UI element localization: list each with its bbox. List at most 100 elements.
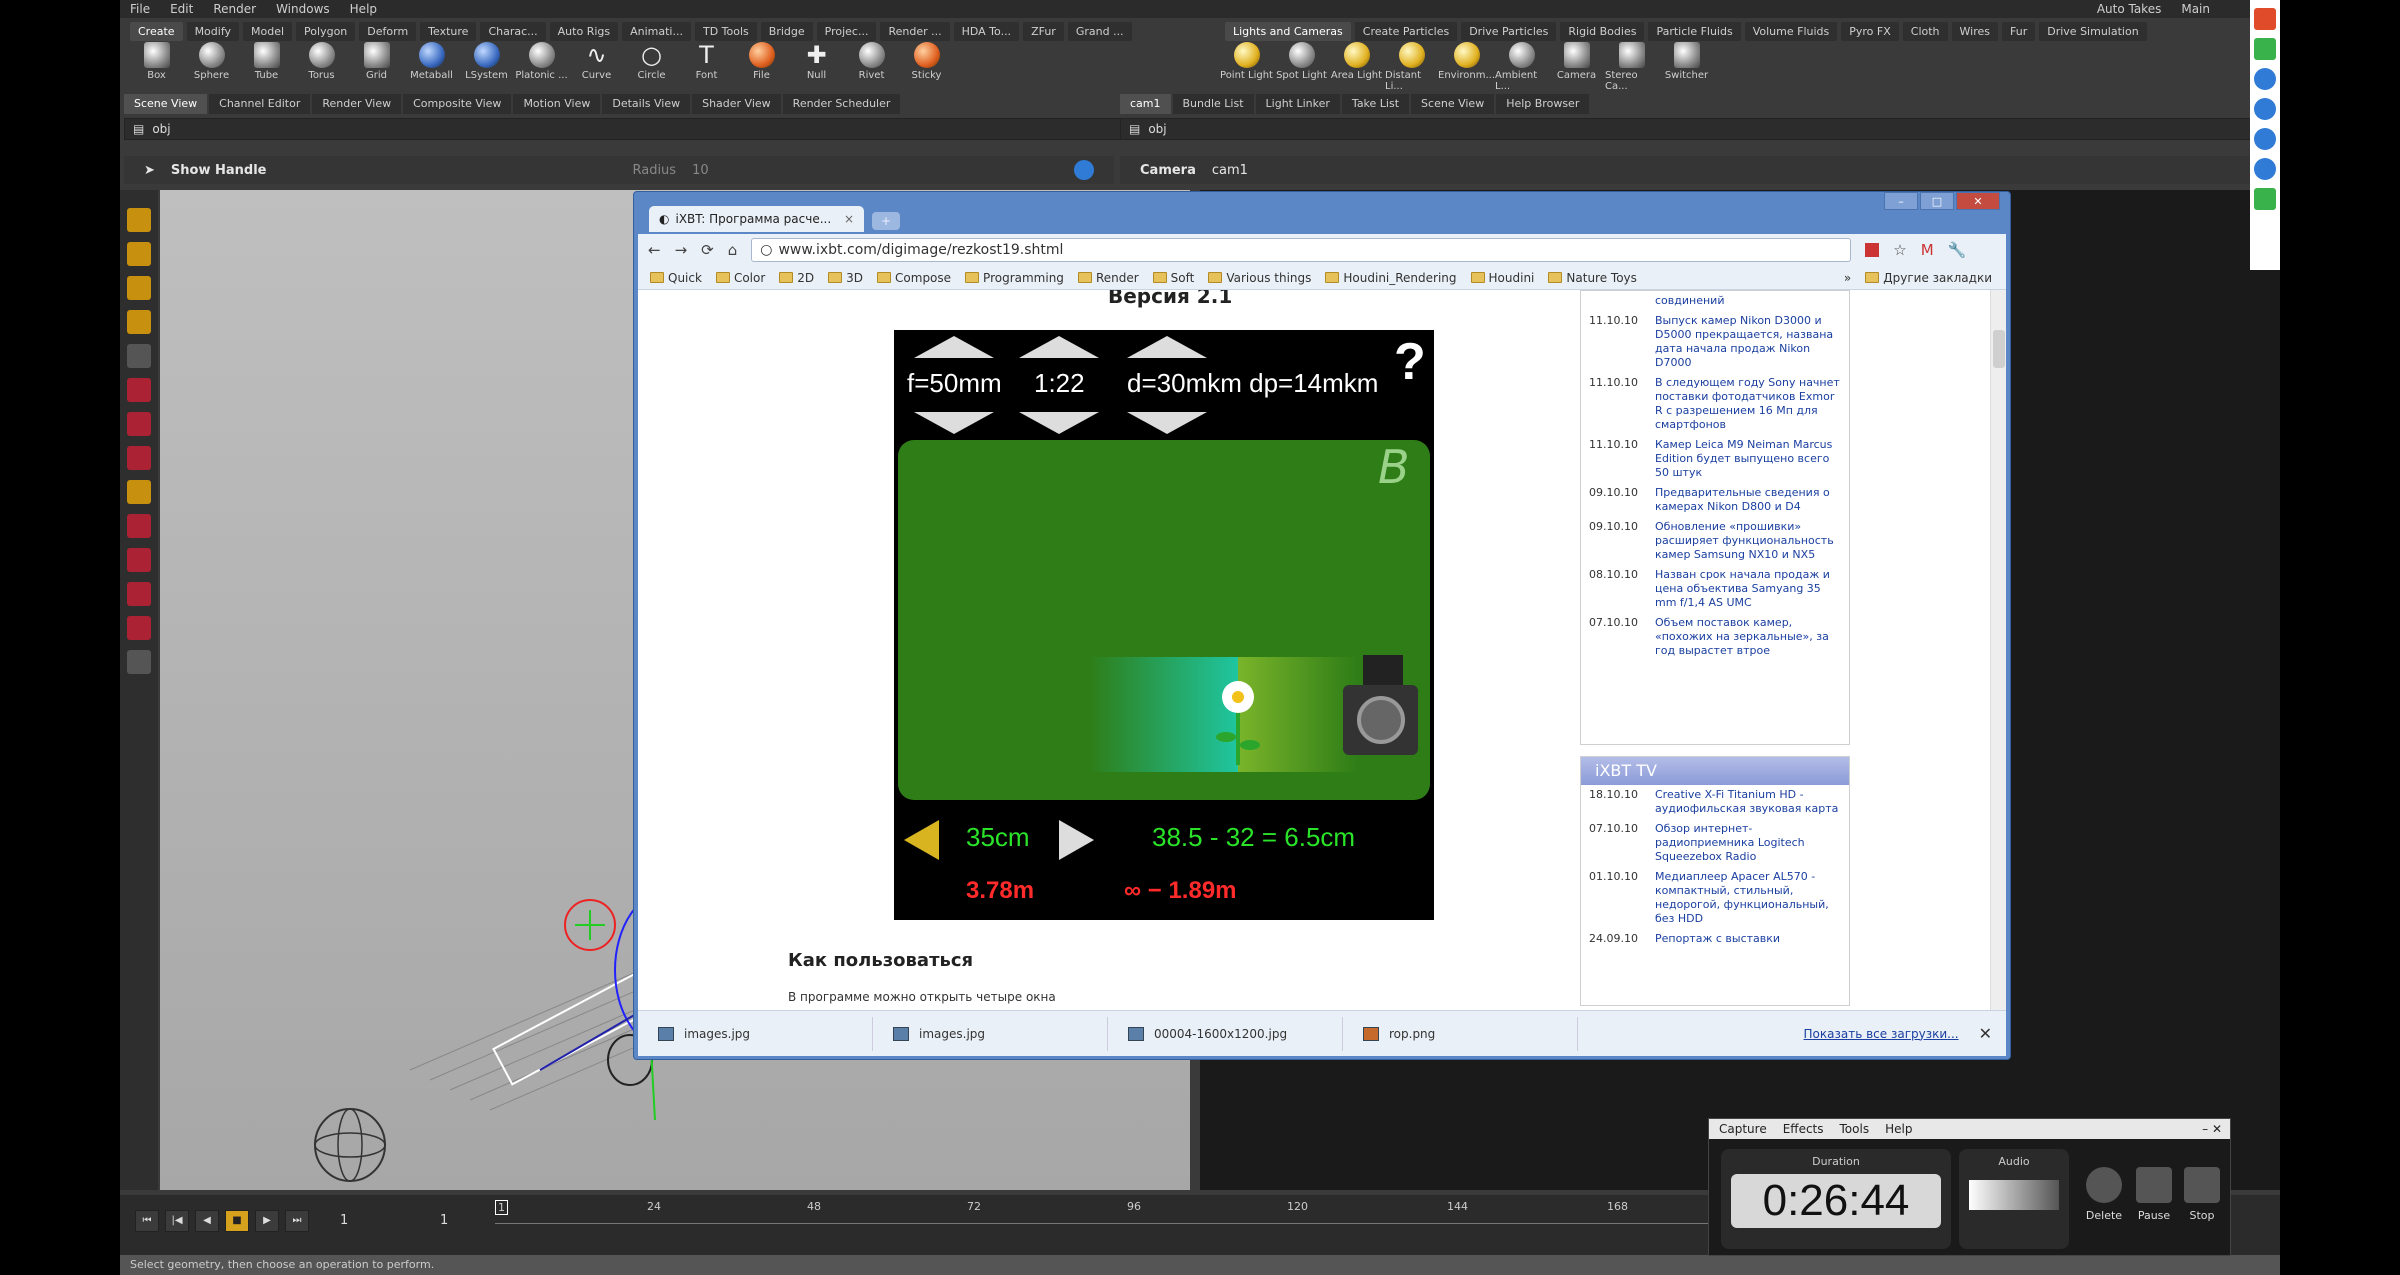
- magnet-tool-3-icon[interactable]: [127, 582, 151, 606]
- show-all-downloads-link[interactable]: Показать все загрузки...: [1804, 1027, 1959, 1041]
- tool-metaball[interactable]: Metaball: [405, 42, 458, 92]
- menu-render[interactable]: Render: [203, 2, 266, 16]
- tool-stereo-camera[interactable]: Stereo Ca...: [1605, 42, 1658, 92]
- menu-file[interactable]: File: [120, 2, 160, 16]
- magnet-tool-icon[interactable]: [127, 514, 151, 538]
- rotate-tool-icon[interactable]: [127, 276, 151, 300]
- menu-help[interactable]: Help: [340, 2, 387, 16]
- tool-platonic[interactable]: Platonic ...: [515, 42, 568, 92]
- shelf-tab[interactable]: Projec...: [816, 21, 877, 41]
- news-item[interactable]: 01.10.10 Медиаплеер Apacer AL570 - компак…: [1581, 867, 1849, 929]
- news-item[interactable]: 18.10.10 Creative X-Fi Titanium HD - ауди…: [1581, 785, 1849, 819]
- address-bar[interactable]: ○ www.ixbt.com/digimage/rezkost19.shtml: [751, 238, 1852, 262]
- shelf-tab[interactable]: Cloth: [1902, 21, 1948, 41]
- news-item[interactable]: 07.10.10 Обзор интернет-радиоприемника Lo…: [1581, 819, 1849, 867]
- news-item[interactable]: 09.10.10 Обновление «прошивки» расширяет …: [1581, 517, 1849, 565]
- tool-grid[interactable]: Grid: [350, 42, 403, 92]
- select-tool-icon[interactable]: [127, 208, 151, 232]
- new-tab-button[interactable]: +: [872, 212, 900, 230]
- shelf-tab[interactable]: ZFur: [1023, 21, 1064, 41]
- tool-point-light[interactable]: Point Light: [1220, 42, 1273, 92]
- shelf-tab[interactable]: Auto Rigs: [549, 21, 619, 41]
- pane-tab[interactable]: cam1: [1120, 94, 1171, 114]
- stop-button[interactable]: Stop: [2177, 1167, 2227, 1222]
- tool-environment-light[interactable]: Environm...: [1438, 42, 1495, 92]
- wrench-icon[interactable]: 🔧: [1948, 241, 1967, 259]
- pane-tab[interactable]: Motion View: [513, 94, 601, 114]
- news-item[interactable]: 11.10.10 В следующем году Sony начнет пос…: [1581, 373, 1849, 435]
- shelf-tab[interactable]: Polygon: [296, 21, 356, 41]
- camera-icon[interactable]: [1343, 655, 1423, 765]
- pane-tab[interactable]: Render View: [312, 94, 402, 114]
- take-main[interactable]: Main: [2171, 2, 2220, 16]
- shelf-tab[interactable]: Create Particles: [1354, 21, 1458, 41]
- dock-air-icon[interactable]: [2254, 38, 2276, 60]
- bookmark-folder[interactable]: 3D: [828, 271, 863, 285]
- browser-tab[interactable]: ◐ iXBT: Программа расче... ×: [649, 206, 864, 232]
- news-item[interactable]: 08.10.10 Назван срок начала продаж и цена…: [1581, 565, 1849, 613]
- show-handle-label[interactable]: Show Handle: [171, 163, 267, 178]
- tool-lsystem[interactable]: LSystem: [460, 42, 513, 92]
- back-icon[interactable]: ←: [648, 241, 661, 259]
- bookmark-folder[interactable]: Programming: [965, 271, 1064, 285]
- help-icon[interactable]: [1074, 160, 1094, 180]
- focal-down-icon[interactable]: [914, 412, 994, 434]
- bookmark-folder[interactable]: Render: [1077, 271, 1139, 285]
- download-item[interactable]: images.jpg: [883, 1016, 1108, 1051]
- pane-tab[interactable]: Scene View: [1411, 94, 1495, 114]
- bookmark-folder[interactable]: Houdini_Rendering: [1325, 271, 1457, 285]
- tool-ambient-light[interactable]: Ambient L...: [1495, 42, 1548, 92]
- shelf-tab[interactable]: Model: [243, 21, 293, 41]
- extension-icon[interactable]: [1865, 243, 1880, 257]
- tool-sphere[interactable]: Sphere: [185, 42, 238, 92]
- stop-button[interactable]: ■: [225, 1210, 249, 1232]
- shelf-tab[interactable]: Animati...: [622, 21, 691, 41]
- shelf-tab[interactable]: Modify: [186, 21, 240, 41]
- distance-left-arrow[interactable]: [899, 815, 959, 865]
- dock-app-icon[interactable]: [2254, 128, 2276, 150]
- shelf-tab[interactable]: Fur: [2002, 21, 2036, 41]
- circle-down-icon[interactable]: [1127, 412, 1207, 434]
- pane-tab[interactable]: Composite View: [403, 94, 512, 114]
- tool-rivet[interactable]: Rivet: [845, 42, 898, 92]
- shelf-tab[interactable]: Volume Fluids: [1744, 21, 1838, 41]
- more-bookmarks-icon[interactable]: »: [1844, 271, 1851, 285]
- menu-help[interactable]: Help: [1885, 1122, 1912, 1136]
- tool-torus[interactable]: Torus: [295, 42, 348, 92]
- shelf-tab[interactable]: Create: [130, 21, 183, 41]
- shelf-tab[interactable]: Pyro FX: [1841, 21, 1899, 41]
- menu-edit[interactable]: Edit: [160, 2, 203, 16]
- magnet-tool-4-icon[interactable]: [127, 616, 151, 640]
- pane-tab[interactable]: Take List: [1341, 94, 1410, 114]
- path-bar-left[interactable]: ▤ obj: [124, 118, 1194, 140]
- timeline-ruler[interactable]: 1 24 48 72 96 120 144 168: [495, 1200, 1855, 1224]
- focal-up-icon[interactable]: [914, 336, 994, 358]
- play-back-button[interactable]: ◀: [195, 1210, 219, 1232]
- shelf-tab[interactable]: Lights and Cameras: [1225, 21, 1351, 41]
- other-bookmarks[interactable]: Другие закладки: [1865, 271, 1992, 285]
- snap-tool-icon[interactable]: [127, 412, 151, 436]
- dock-app-icon[interactable]: [2254, 98, 2276, 120]
- reload-icon[interactable]: ⟳: [701, 241, 714, 259]
- jump-start-button[interactable]: ⏮: [135, 1210, 159, 1232]
- bookmark-folder[interactable]: Soft: [1152, 271, 1194, 285]
- tool-tube[interactable]: Tube: [240, 42, 293, 92]
- pane-tab[interactable]: Render Scheduler: [782, 94, 901, 114]
- handle-tool-icon[interactable]: [127, 446, 151, 470]
- frame-field[interactable]: 1: [340, 1213, 348, 1228]
- shelf-tab[interactable]: Drive Simulation: [2039, 21, 2147, 41]
- download-item[interactable]: rop.png: [1353, 1016, 1578, 1051]
- audio-meter[interactable]: [1969, 1180, 2059, 1210]
- bookmark-folder[interactable]: Nature Toys: [1548, 271, 1637, 285]
- shelf-tab[interactable]: Grand ...: [1067, 21, 1132, 41]
- distance-right-arrow[interactable]: [1054, 815, 1104, 865]
- home-icon[interactable]: ⌂: [728, 241, 738, 259]
- shelf-tab[interactable]: Deform: [359, 21, 417, 41]
- news-item[interactable]: 11.10.10 Камер Leica M9 Neiman Marcus Edi…: [1581, 435, 1849, 483]
- download-item[interactable]: images.jpg: [648, 1016, 873, 1051]
- news-item[interactable]: 24.09.10 Репортаж с выставки: [1581, 929, 1849, 949]
- pane-tab[interactable]: Help Browser: [1496, 94, 1590, 114]
- dock-app-icon[interactable]: [2254, 8, 2276, 30]
- bookmark-folder[interactable]: Quick: [650, 271, 702, 285]
- radius-value[interactable]: 10: [692, 163, 709, 178]
